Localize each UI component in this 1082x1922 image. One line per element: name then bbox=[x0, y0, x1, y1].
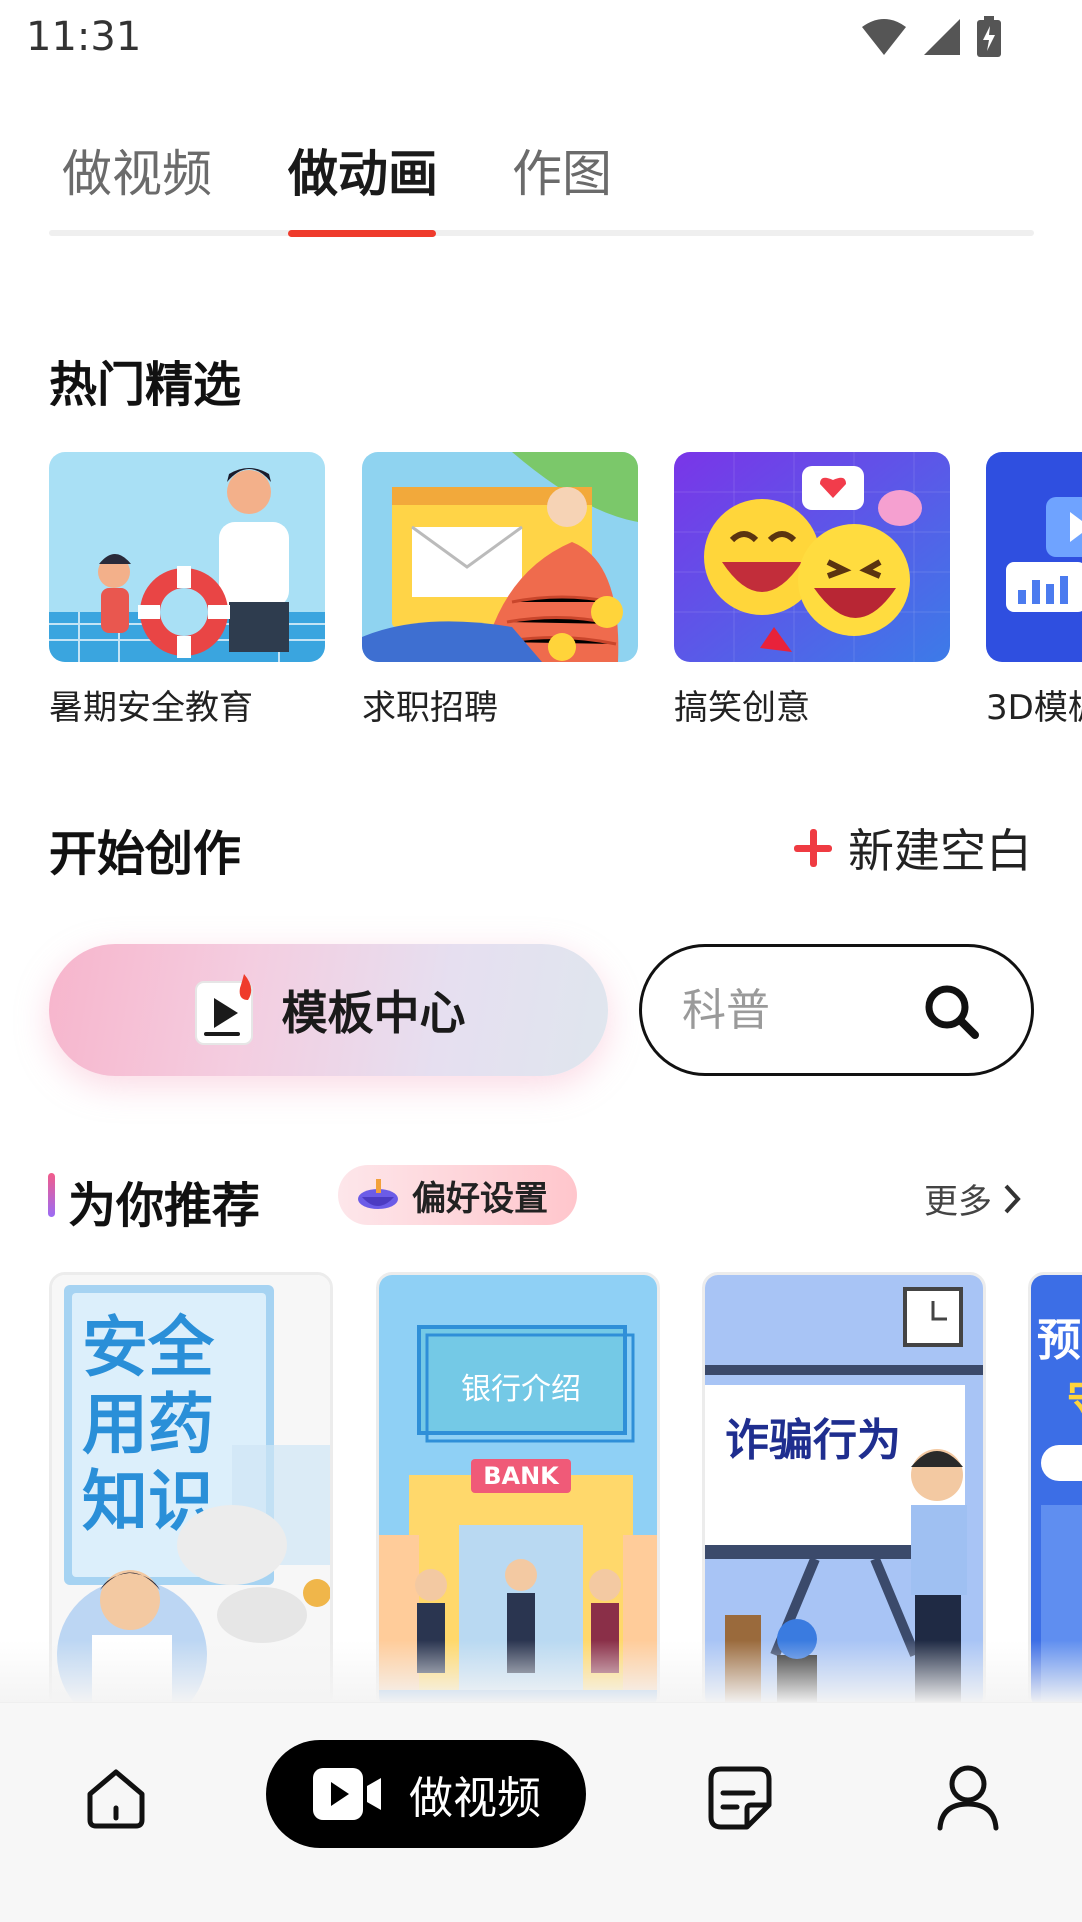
video-camera-icon bbox=[313, 1768, 381, 1820]
video-clapper-icon bbox=[194, 974, 253, 1045]
recommend-card-thumbnail: 银行介绍 BANK bbox=[379, 1275, 657, 1702]
hot-section-title: 热门精选 bbox=[49, 357, 242, 413]
new-blank-button[interactable]: 新建空白 bbox=[792, 815, 1032, 881]
nav-home[interactable] bbox=[76, 1758, 156, 1838]
tab-make-animation[interactable]: 做动画 bbox=[288, 134, 438, 206]
search-icon[interactable] bbox=[923, 983, 981, 1041]
signal-icon bbox=[924, 19, 960, 55]
tab-make-video[interactable]: 做视频 bbox=[62, 134, 212, 206]
card-bank-sign: BANK bbox=[483, 1462, 560, 1490]
recommend-card-medication[interactable]: 安全 用药 知识 bbox=[49, 1272, 333, 1702]
status-time: 11:31 bbox=[26, 14, 142, 60]
search-box[interactable] bbox=[639, 944, 1034, 1076]
recommend-card-prevention[interactable]: 预防 守 bbox=[1028, 1272, 1082, 1702]
hot-card-thumbnail bbox=[986, 452, 1082, 662]
recommend-card-bank[interactable]: 银行介绍 BANK bbox=[376, 1272, 660, 1702]
hot-card-job-hiring[interactable]: 求职招聘 bbox=[362, 452, 638, 729]
nav-make-video-label: 做视频 bbox=[409, 1773, 541, 1824]
tab-active-indicator bbox=[288, 230, 436, 237]
card-text-line: 预防 bbox=[1037, 1315, 1082, 1366]
status-bar: 11:31 bbox=[0, 0, 1082, 76]
chevron-right-icon bbox=[1004, 1184, 1021, 1213]
hot-card-label: 搞笑创意 bbox=[674, 688, 810, 728]
plus-icon bbox=[792, 827, 834, 869]
nav-make-video[interactable]: 做视频 bbox=[266, 1740, 586, 1848]
card-banner-text: 银行介绍 bbox=[461, 1372, 581, 1407]
card-text-line: 安全 bbox=[82, 1309, 215, 1386]
hot-card-thumbnail bbox=[674, 452, 950, 662]
battery-icon bbox=[977, 16, 1001, 57]
preference-settings-button[interactable]: 偏好设置 bbox=[338, 1165, 577, 1225]
recommend-card-thumbnail: 安全 用药 知识 bbox=[52, 1275, 330, 1702]
recommend-accent-bar bbox=[48, 1173, 55, 1217]
spinning-top-icon bbox=[358, 1179, 398, 1209]
user-icon bbox=[937, 1765, 999, 1831]
wifi-icon bbox=[862, 19, 906, 55]
template-center-label: 模板中心 bbox=[281, 986, 466, 1040]
nav-drafts[interactable] bbox=[700, 1758, 780, 1838]
document-icon bbox=[708, 1766, 772, 1830]
recommend-fade bbox=[0, 1640, 1082, 1704]
new-blank-label: 新建空白 bbox=[848, 824, 1032, 878]
card-text-line: 守 bbox=[1067, 1375, 1082, 1426]
tab-make-image[interactable]: 作图 bbox=[512, 134, 612, 206]
hot-card-thumbnail bbox=[362, 452, 638, 662]
bottom-nav: 做视频 bbox=[0, 1702, 1082, 1922]
preference-settings-label: 偏好设置 bbox=[412, 1178, 548, 1219]
recommend-section-title: 为你推荐 bbox=[68, 1178, 261, 1234]
hot-card-summer-safety[interactable]: 暑期安全教育 bbox=[49, 452, 325, 729]
status-icons bbox=[860, 16, 1002, 58]
hot-card-label: 3D模板 bbox=[986, 688, 1082, 728]
more-button[interactable]: 更多 bbox=[924, 1174, 1022, 1223]
hot-card-funny-creative[interactable]: 搞笑创意 bbox=[674, 452, 950, 729]
template-center-button[interactable]: 模板中心 bbox=[49, 944, 608, 1076]
recommend-row: 安全 用药 知识 银行介绍 BANK 诈骗行为 预 bbox=[49, 1272, 1082, 1702]
hot-card-thumbnail bbox=[49, 452, 325, 662]
recommend-card-thumbnail: 诈骗行为 bbox=[705, 1275, 983, 1702]
hot-card-label: 暑期安全教育 bbox=[49, 688, 253, 728]
home-icon bbox=[87, 1769, 145, 1829]
tab-track bbox=[49, 230, 1034, 236]
more-label: 更多 bbox=[924, 1182, 992, 1222]
nav-profile[interactable] bbox=[928, 1758, 1008, 1838]
hot-picks-row: 暑期安全教育 求职招聘 搞笑创意 3D模 bbox=[49, 452, 1082, 732]
card-text-line: 用药 bbox=[82, 1386, 214, 1463]
card-board-text: 诈骗行为 bbox=[725, 1415, 901, 1466]
search-input[interactable] bbox=[682, 977, 912, 1043]
recommend-card-fraud[interactable]: 诈骗行为 bbox=[702, 1272, 986, 1702]
recommend-card-thumbnail: 预防 守 bbox=[1031, 1275, 1082, 1702]
create-section-title: 开始创作 bbox=[49, 826, 242, 882]
top-tabs: 做视频 做动画 作图 bbox=[49, 120, 1034, 238]
hot-card-3d-template[interactable]: 3D模板 bbox=[986, 452, 1082, 729]
hot-card-label: 求职招聘 bbox=[362, 688, 498, 728]
